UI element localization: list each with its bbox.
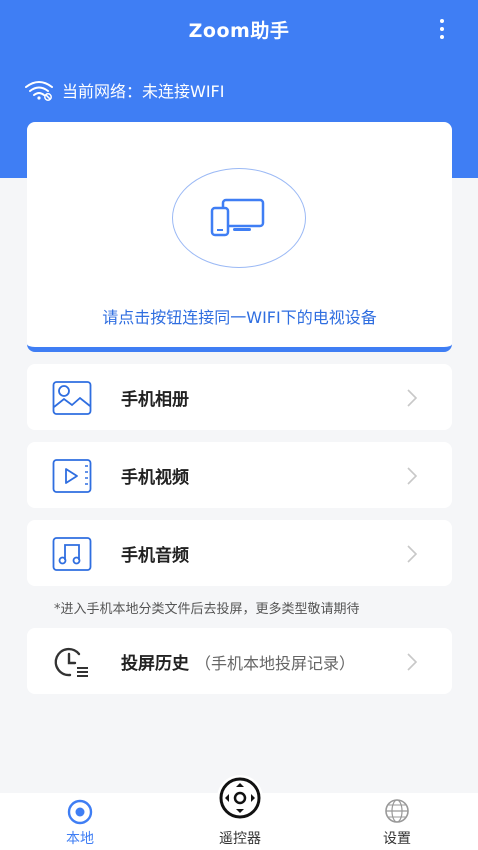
chevron-right-icon	[407, 653, 418, 671]
menu-item-videos[interactable]: 手机视频	[27, 442, 452, 508]
tab-label: 设置	[383, 831, 411, 847]
tab-label: 本地	[66, 831, 94, 847]
globe-settings-icon	[385, 799, 409, 823]
menu-item-photos[interactable]: 手机相册	[27, 364, 452, 430]
chevron-right-icon	[407, 545, 418, 563]
menu-item-history[interactable]: 投屏历史 （手机本地投屏记录）	[27, 628, 452, 694]
menu-item-audio[interactable]: 手机音频	[27, 520, 452, 586]
music-icon	[52, 537, 92, 571]
top-bar: Zoom助手	[0, 0, 478, 58]
history-icon	[54, 647, 88, 677]
network-value: 未连接WIFI	[142, 82, 225, 101]
network-label: 当前网络：	[62, 82, 143, 101]
info-note: *进入手机本地分类文件后去投屏，更多类型敬请期待	[54, 602, 360, 617]
bottom-tab-bar: 本地 遥控器 设置	[0, 775, 478, 850]
more-icon	[440, 19, 444, 23]
video-icon	[52, 459, 92, 493]
chevron-right-icon	[407, 467, 418, 485]
app-title: Zoom助手	[188, 19, 290, 42]
tab-remote[interactable]: 遥控器	[200, 775, 280, 850]
menu-item-label: 手机音频	[121, 545, 189, 566]
connect-device-card[interactable]: 请点击按钮连接同一WIFI下的电视设备	[27, 122, 452, 352]
remote-button[interactable]	[217, 775, 263, 821]
tab-settings[interactable]: 设置	[372, 793, 422, 850]
history-sub: （手机本地投屏记录）	[195, 653, 356, 673]
tab-label: 遥控器	[219, 831, 261, 847]
menu-item-label: 手机视频	[121, 467, 189, 488]
photo-icon	[52, 381, 92, 415]
connect-device-button[interactable]	[172, 168, 306, 268]
connect-instruction: 请点击按钮连接同一WIFI下的电视设备	[102, 308, 377, 327]
wifi-icon	[25, 81, 53, 101]
network-status: 当前网络： 未连接WIFI	[24, 76, 224, 104]
menu-item-label: 手机相册	[121, 389, 189, 410]
chevron-right-icon	[407, 389, 418, 407]
remote-control-icon	[219, 777, 261, 819]
history-label: 投屏历史 （手机本地投屏记录）	[121, 653, 356, 674]
screen-cast-icon	[210, 198, 265, 237]
more-options-button[interactable]	[436, 17, 448, 41]
home-tab-icon	[67, 799, 93, 825]
tab-home[interactable]: 本地	[55, 793, 105, 850]
